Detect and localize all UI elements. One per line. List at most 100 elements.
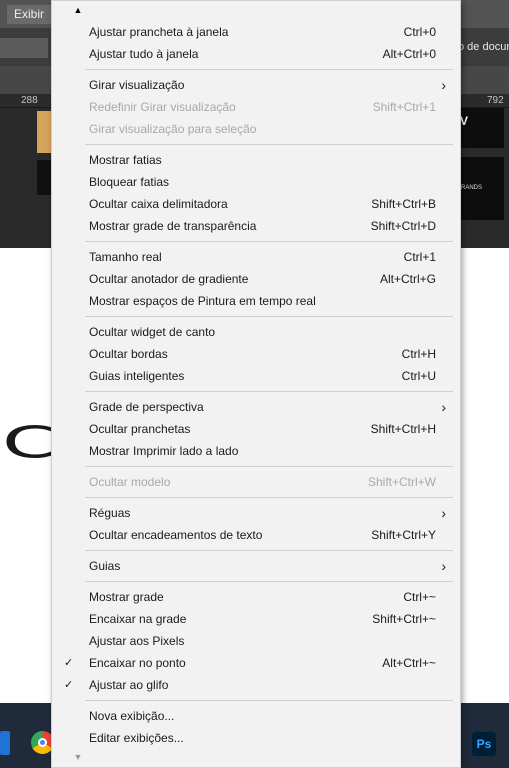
menu-item-shortcut: Ctrl+H [401,347,436,361]
menu-item-ajustar-aos-pixels[interactable]: Ajustar aos Pixels [52,630,460,652]
menu-item-label: Encaixar na grade [89,612,187,626]
menu-item-label: Grade de perspectiva [89,400,204,414]
menu-item-guias[interactable]: Guias › [52,555,460,577]
canvas-glyph: C [2,416,58,469]
photoshop-icon[interactable]: Ps [472,732,496,756]
menu-item-label: Ocultar anotador de gradiente [89,272,249,286]
menu-item-ocultar-widget-de-canto[interactable]: Ocultar widget de canto [52,321,460,343]
menu-item-bloquear-fatias[interactable]: Bloquear fatias [52,171,460,193]
menu-item-label: Ocultar pranchetas [89,422,191,436]
scroll-up-arrow-icon[interactable]: ▲ [72,5,84,15]
menu-item-ocultar-encadeamentos-de-texto[interactable]: Ocultar encadeamentos de texto Shift+Ctrl… [52,524,460,546]
menu-item-label: Redefinir Girar visualização [89,100,236,114]
menu-item-nova-exibicao[interactable]: Nova exibição... [52,705,460,727]
menu-separator [85,550,453,551]
menu-item-mostrar-imprimir-lado-a-lado[interactable]: Mostrar Imprimir lado a lado [52,440,460,462]
submenu-chevron-icon: › [441,505,446,521]
menu-item-label: Ocultar modelo [89,475,171,489]
submenu-chevron-icon: › [441,558,446,574]
menu-item-mostrar-fatias[interactable]: Mostrar fatias [52,149,460,171]
menu-item-label: Ocultar bordas [89,347,168,361]
menu-item-ocultar-caixa-delimitadora[interactable]: Ocultar caixa delimitadora Shift+Ctrl+B [52,193,460,215]
menu-item-shortcut: Ctrl+0 [403,25,436,39]
menu-separator [85,241,453,242]
menu-item-label: Girar visualização para seleção [89,122,257,136]
menu-item-shortcut: Ctrl+~ [403,590,436,604]
ruler-tick-label: 792 [487,95,504,106]
menu-item-redefinir-girar-visualizacao: Redefinir Girar visualização Shift+Ctrl+1 [52,96,460,118]
menu-separator [85,581,453,582]
menu-item-mostrar-espacos-de-pintura-em-tempo-real[interactable]: Mostrar espaços de Pintura em tempo real [52,290,460,312]
menu-item-label: Mostrar fatias [89,153,162,167]
menu-item-label: Ajustar aos Pixels [89,634,185,648]
menu-item-encaixar-no-ponto[interactable]: ✓ Encaixar no ponto Alt+Ctrl+~ [52,652,460,674]
menu-separator [85,497,453,498]
menu-item-shortcut: Shift+Ctrl+~ [372,612,436,626]
document-label: o de docum [458,41,509,53]
menu-item-encaixar-na-grade[interactable]: Encaixar na grade Shift+Ctrl+~ [52,608,460,630]
control-field[interactable] [0,38,48,58]
menu-button-exibir[interactable]: Exibir [7,5,52,24]
menu-item-label: Guias inteligentes [89,369,185,383]
menu-item-label: Ajustar ao glifo [89,678,169,692]
menu-item-ajustar-ao-glifo[interactable]: ✓ Ajustar ao glifo [52,674,460,696]
menu-item-girar-visualizacao-para-selecao: Girar visualização para seleção [52,118,460,140]
menu-item-editar-exibicoes[interactable]: Editar exibições... [52,727,460,749]
menu-item-label: Mostrar grade de transparência [89,219,257,233]
menu-item-shortcut: Ctrl+1 [403,250,436,264]
menu-item-label: Ajustar prancheta à janela [89,25,229,39]
menu-item-shortcut: Shift+Ctrl+B [371,197,436,211]
menu-item-label: Mostrar grade [89,590,164,604]
menu-item-shortcut: Shift+Ctrl+W [367,475,436,489]
menu-item-shortcut: Alt+Ctrl+~ [382,656,436,670]
submenu-chevron-icon: › [441,399,446,415]
artwork-thumbnail: RANDS [460,157,504,220]
menu-item-shortcut: Alt+Ctrl+0 [382,47,436,61]
menu-item-label: Ajustar tudo à janela [89,47,199,61]
menu-item-ocultar-pranchetas[interactable]: Ocultar pranchetas Shift+Ctrl+H [52,418,460,440]
menu-item-girar-visualizacao[interactable]: Girar visualização › [52,74,460,96]
scroll-down-arrow-icon[interactable]: ▼ [72,752,84,762]
menu-item-reguas[interactable]: Réguas › [52,502,460,524]
submenu-chevron-icon: › [441,77,446,93]
menu-item-tamanho-real[interactable]: Tamanho real Ctrl+1 [52,246,460,268]
menu-item-label: Bloquear fatias [89,175,170,189]
menu-item-label: Ocultar caixa delimitadora [89,197,228,211]
menu-item-guias-inteligentes[interactable]: Guias inteligentes Ctrl+U [52,365,460,387]
menu-item-ocultar-bordas[interactable]: Ocultar bordas Ctrl+H [52,343,460,365]
menu-item-shortcut: Alt+Ctrl+G [379,272,436,286]
menu-item-grade-de-perspectiva[interactable]: Grade de perspectiva › [52,396,460,418]
notepad-icon[interactable] [0,731,10,755]
menu-item-label: Réguas [89,506,131,520]
menu-item-label: Nova exibição... [89,709,175,723]
menu-separator [85,391,453,392]
menu-item-label: Ocultar encadeamentos de texto [89,528,263,542]
view-menu-dropdown: ▲ ▼ Ajustar prancheta à janela Ctrl+0 Ajus… [51,0,461,768]
menu-separator [85,144,453,145]
menu-separator [85,700,453,701]
menu-item-label: Girar visualização [89,78,185,92]
menu-item-ajustar-tudo-a-janela[interactable]: Ajustar tudo à janela Alt+Ctrl+0 [52,43,460,65]
menu-item-label: Tamanho real [89,250,162,264]
menu-item-shortcut: Shift+Ctrl+Y [371,528,436,542]
menu-item-shortcut: Ctrl+U [401,369,436,383]
menu-item-ajustar-prancheta-a-janela[interactable]: Ajustar prancheta à janela Ctrl+0 [52,21,460,43]
menu-item-shortcut: Shift+Ctrl+1 [372,100,436,114]
menu-item-label: Mostrar espaços de Pintura em tempo real [89,294,316,308]
menu-item-label: Ocultar widget de canto [89,325,216,339]
menu-item-mostrar-grade[interactable]: Mostrar grade Ctrl+~ [52,586,460,608]
menu-item-label: Encaixar no ponto [89,656,186,670]
menu-separator [85,316,453,317]
menu-item-mostrar-grade-de-transparencia[interactable]: Mostrar grade de transparência Shift+Ctrl… [52,215,460,237]
menu-item-label: Guias [89,559,121,573]
thumbnail-text: V [460,114,469,128]
menu-item-ocultar-modelo: Ocultar modelo Shift+Ctrl+W [52,471,460,493]
ruler-tick-label: 288 [21,95,38,106]
artwork-thumbnail: V [460,108,504,148]
checkmark-icon: ✓ [64,679,74,691]
menu-item-label: Mostrar Imprimir lado a lado [89,444,239,458]
menu-item-shortcut: Shift+Ctrl+D [370,219,436,233]
menu-item-shortcut: Shift+Ctrl+H [370,422,436,436]
menu-item-ocultar-anotador-de-gradiente[interactable]: Ocultar anotador de gradiente Alt+Ctrl+G [52,268,460,290]
menu-separator [85,466,453,467]
